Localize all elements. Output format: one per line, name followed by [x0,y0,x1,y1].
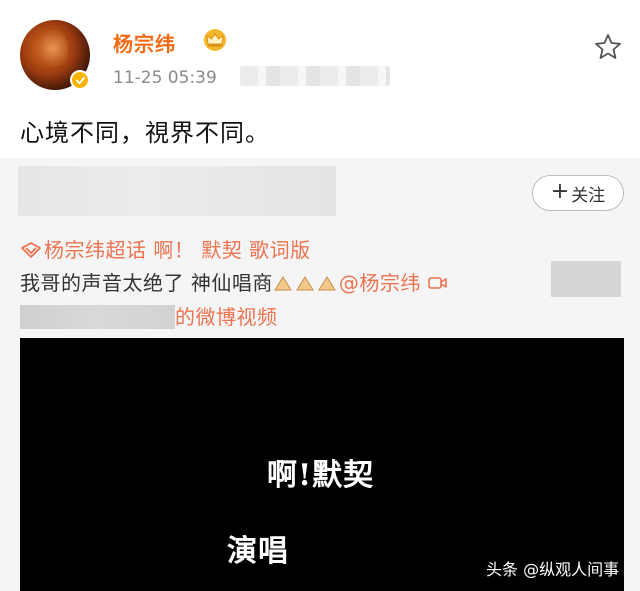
video-camera-icon [428,277,447,289]
praying-hands-icon [273,273,339,298]
mention-link[interactable]: @杨宗纬 [339,271,421,295]
video-subtitle: 演唱 [227,534,289,569]
topic-icon [21,242,41,258]
topic-tag-line[interactable]: 杨宗纬超话 啊！ 默契 歌词版 [20,234,311,263]
repost-card[interactable]: + 关注 杨宗纬超话 啊！ 默契 歌词版 我哥的声音太绝了 神仙唱商 @杨宗纬 … [0,158,640,591]
blurred-source [240,66,390,86]
video-player[interactable]: 啊!默契 演唱 [20,338,624,591]
topic-tag-text: 杨宗纬超话 啊！ 默契 歌词版 [44,238,311,262]
username[interactable]: 杨宗纬 [113,28,176,57]
video-link-line[interactable]: 的微博视频 [20,301,278,330]
video-link-text[interactable]: 的微博视频 [175,305,278,329]
post-timestamp: 11-25 05:39 [113,68,217,88]
verified-icon [70,70,90,90]
follow-button[interactable]: + 关注 [532,175,624,211]
repost-text-line: 我哥的声音太绝了 神仙唱商 @杨宗纬 [20,267,451,298]
repost-text: 我哥的声音太绝了 神仙唱商 [20,271,273,295]
plus-icon: + [550,179,570,204]
follow-label: 关注 [571,185,606,206]
blurred-video-link [551,261,621,297]
blurred-repost-author [18,166,336,216]
blurred-author-name [20,305,175,329]
crown-icon[interactable] [202,28,228,52]
watermark: 头条 @纵观人间事 [486,560,620,579]
star-icon[interactable] [593,32,623,62]
post-text: 心境不同，視界不同。 [20,119,270,147]
video-title: 啊!默契 [267,458,375,493]
post-header: 杨宗纬 11-25 05:39 [0,0,640,100]
